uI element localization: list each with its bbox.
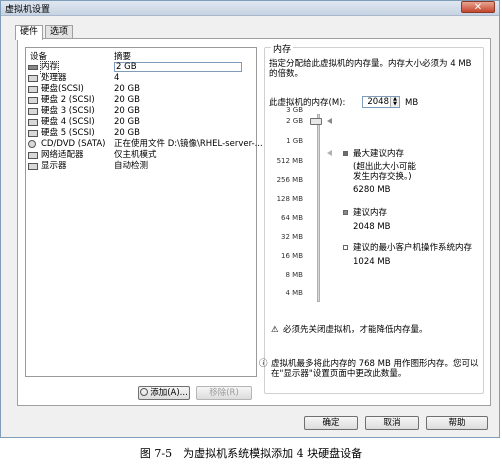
add-device-button[interactable]: 添加(A)... xyxy=(138,386,190,400)
device-name: 硬盘 4 (SCSI) xyxy=(41,117,95,127)
spin-arrows-icon[interactable]: ▲ ▼ xyxy=(390,97,399,107)
max-recommended-label: 最大建议内存 xyxy=(353,149,405,159)
memory-icon xyxy=(28,65,38,70)
help-button[interactable]: 帮助 xyxy=(426,416,488,430)
device-row[interactable]: 硬盘 3 (SCSI) 20 GB xyxy=(28,106,254,117)
device-summary: 仅主机模式 xyxy=(114,150,157,160)
max-recommended-note2: 发生内存交换。) xyxy=(353,172,412,182)
memory-scale-tick: 32 MB xyxy=(281,233,303,241)
tab-options[interactable]: 选项 xyxy=(45,25,74,39)
add-icon xyxy=(140,388,149,396)
close-button[interactable]: ✕ xyxy=(461,1,495,13)
memory-scale-tick: 512 MB xyxy=(276,157,303,165)
memory-group-title: 内存 xyxy=(271,42,294,55)
cd-dvd-icon xyxy=(28,140,36,148)
device-name: 显示器 xyxy=(41,161,67,171)
cancel-button[interactable]: 取消 xyxy=(365,416,419,430)
memory-scale-tick: 8 MB xyxy=(285,271,303,279)
device-row[interactable]: 内存 2 GB xyxy=(28,61,254,74)
device-row[interactable]: 网络适配器 仅主机模式 xyxy=(28,150,254,161)
device-row[interactable]: 处理器 4 xyxy=(28,73,254,84)
memory-scale-tick: 2 GB xyxy=(286,117,303,125)
device-row[interactable]: 硬盘 5 (SCSI) 20 GB xyxy=(28,128,254,139)
max-recommended-value: 6280 MB xyxy=(353,185,391,195)
column-summary[interactable]: 摘要 xyxy=(114,50,131,62)
device-name: 网络适配器 xyxy=(41,150,84,160)
device-summary: 20 GB xyxy=(114,128,140,138)
max-recommended-note1: (超出此大小可能 xyxy=(353,162,416,172)
device-summary: 20 GB xyxy=(114,84,140,94)
info-text-line2: 在"显示器"设置页面中更改此数量。 xyxy=(271,369,407,379)
recommended-label: 建议内存 xyxy=(353,208,388,218)
processor-icon xyxy=(28,75,38,82)
memory-slider-track[interactable] xyxy=(317,114,320,302)
memory-scale-tick: 16 MB xyxy=(281,252,303,260)
device-list[interactable]: 设备 摘要 内存 2 GB 处理器 4 硬盘(SCSI) 20 GB 硬盘 2 (SCSI)… xyxy=(25,47,263,377)
device-summary: 4 xyxy=(114,73,120,83)
device-summary: 20 GB xyxy=(114,95,140,105)
device-name: 硬盘 3 (SCSI) xyxy=(41,106,95,116)
memory-unit: MB xyxy=(405,98,419,108)
figure-caption: 图 7-5 为虚拟机系统模拟添加 4 块硬盘设备 xyxy=(139,447,363,460)
device-summary: 20 GB xyxy=(114,106,140,116)
memory-description-line1: 指定分配给此虚拟机的内存量。内存大小必须为 4 MB xyxy=(269,59,472,69)
hardware-panel: 设备 摘要 内存 2 GB 处理器 4 硬盘(SCSI) 20 GB 硬盘 2 (SCSI)… xyxy=(17,38,491,406)
memory-scale-tick: 4 MB xyxy=(285,289,303,297)
add-device-label: 添加(A)... xyxy=(150,388,188,398)
recommended-value: 2048 MB xyxy=(353,222,391,232)
hard-disk-icon xyxy=(28,130,38,137)
memory-scale-tick: 1 GB xyxy=(286,137,303,145)
recommended-marker-icon xyxy=(327,118,332,124)
display-icon xyxy=(28,163,38,170)
warning-text: 必须先关闭虚拟机，才能降低内存量。 xyxy=(283,325,428,335)
memory-spinbox[interactable]: 2048 ▲ ▼ xyxy=(362,96,400,108)
min-guest-marker-icon xyxy=(327,150,332,156)
recommended-marker-square-icon xyxy=(343,210,348,215)
device-name: CD/DVD (SATA) xyxy=(41,139,106,149)
memory-scale-tick: 256 MB xyxy=(276,176,303,184)
device-name: 内存 xyxy=(39,61,60,74)
memory-scale-tick: 128 MB xyxy=(276,195,303,203)
warning-icon: ⚠ xyxy=(271,325,279,335)
remove-device-button[interactable]: 移除(R) xyxy=(196,386,252,400)
max-recommended-marker-icon xyxy=(343,151,348,156)
device-summary: 自动检测 xyxy=(114,161,149,171)
min-guest-label: 建议的最小客户机操作系统内存 xyxy=(353,243,473,253)
device-name: 处理器 xyxy=(41,73,67,83)
hard-disk-icon xyxy=(28,86,38,93)
hard-disk-icon xyxy=(28,108,38,115)
device-row[interactable]: 显示器 自动检测 xyxy=(28,161,254,172)
device-name: 硬盘(SCSI) xyxy=(41,84,84,94)
memory-slider-thumb[interactable] xyxy=(310,118,322,125)
device-row[interactable]: 硬盘 2 (SCSI) 20 GB xyxy=(28,95,254,106)
min-guest-value: 1024 MB xyxy=(353,257,391,267)
device-name: 硬盘 5 (SCSI) xyxy=(41,128,95,138)
memory-description-line2: 的倍数。 xyxy=(269,69,304,79)
hard-disk-icon xyxy=(28,119,38,126)
ok-button[interactable]: 确定 xyxy=(304,416,358,430)
hard-disk-icon xyxy=(28,97,38,104)
device-row[interactable]: 硬盘 4 (SCSI) 20 GB xyxy=(28,117,254,128)
info-icon: ⓘ xyxy=(259,359,268,369)
vm-settings-window: 虚拟机设置 ✕ 硬件 选项 设备 摘要 内存 2 GB 处理器 4 硬盘(SCSI) 20… xyxy=(0,0,500,438)
device-summary: 正在使用文件 D:\镜像\RHEL-server-... xyxy=(114,139,263,149)
device-row[interactable]: 硬盘(SCSI) 20 GB xyxy=(28,84,254,95)
column-device[interactable]: 设备 xyxy=(30,50,47,62)
tab-hardware[interactable]: 硬件 xyxy=(15,25,44,40)
title-bar[interactable]: 虚拟机设置 ✕ xyxy=(1,1,499,16)
memory-value: 2048 xyxy=(367,97,389,107)
network-adapter-icon xyxy=(28,152,38,159)
min-guest-marker-square-icon xyxy=(343,245,348,250)
device-row[interactable]: CD/DVD (SATA) 正在使用文件 D:\镜像\RHEL-server-..… xyxy=(28,139,263,150)
memory-scale-tick: 64 MB xyxy=(281,214,303,222)
device-list-header: 设备 摘要 xyxy=(26,50,256,62)
memory-group: 内存 指定分配给此虚拟机的内存量。内存大小必须为 4 MB 的倍数。 此虚拟机的… xyxy=(259,42,484,394)
device-name: 硬盘 2 (SCSI) xyxy=(41,95,95,105)
window-title: 虚拟机设置 xyxy=(5,5,51,15)
memory-scale-tick: 3 GB xyxy=(286,106,303,114)
info-text-line1: 虚拟机最多将此内存的 768 MB 用作图形内存。您可以 xyxy=(271,359,479,369)
device-summary: 2 GB xyxy=(114,62,242,72)
device-summary: 20 GB xyxy=(114,117,140,127)
